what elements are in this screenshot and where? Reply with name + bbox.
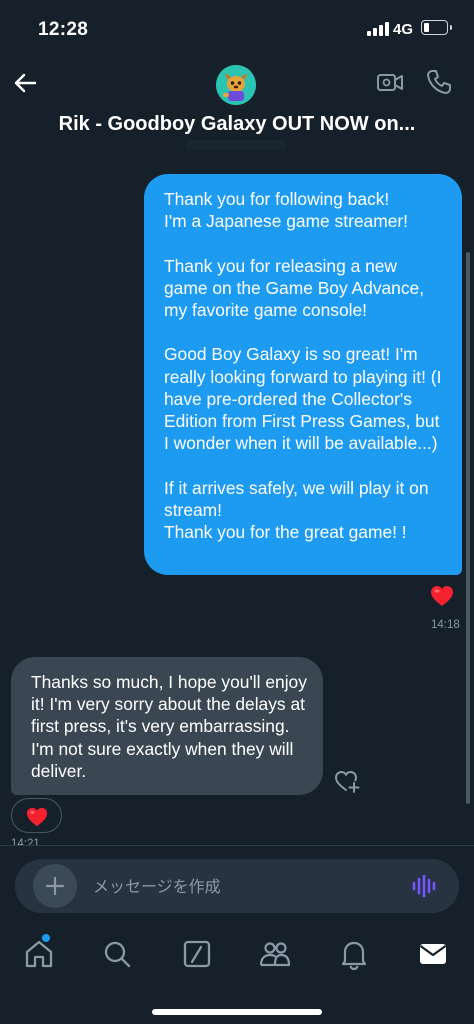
battery-icon	[421, 20, 452, 35]
message-input[interactable]	[93, 872, 393, 900]
signal-strength-icon	[367, 22, 389, 36]
network-type: 4G	[393, 21, 414, 38]
tab-search[interactable]	[100, 937, 134, 971]
avatar[interactable]	[216, 65, 256, 105]
arrow-left-icon	[14, 73, 37, 93]
header-subtitle-placeholder	[186, 140, 286, 150]
incoming-message-text: Thanks so much, I hope you'll enjoy it! …	[31, 672, 312, 781]
voice-waveform-icon	[412, 874, 436, 898]
video-call-button[interactable]	[376, 70, 404, 96]
people-icon	[259, 942, 291, 967]
add-media-button[interactable]	[33, 864, 77, 908]
dm-conversation-screen: 12:28 4G Rik - Goodboy Galaxy OUT NOW on…	[0, 0, 474, 1024]
dog-character-icon	[216, 65, 256, 105]
tab-notifications[interactable]	[337, 937, 371, 971]
status-time: 12:28	[38, 19, 89, 40]
bottom-tab-bar	[0, 925, 474, 1024]
video-camera-icon	[377, 74, 403, 91]
incoming-message-reaction[interactable]	[11, 798, 62, 833]
voice-call-button[interactable]	[425, 68, 453, 96]
incoming-message-bubble[interactable]: Thanks so much, I hope you'll enjoy it! …	[11, 657, 323, 795]
conversation-header: Rik - Goodboy Galaxy OUT NOW on...	[0, 56, 474, 150]
plus-icon	[45, 876, 65, 896]
scrollbar[interactable]	[466, 252, 470, 804]
message-timestamp: 14:18	[431, 619, 460, 631]
heart-plus-icon	[334, 770, 360, 793]
phone-icon	[427, 70, 451, 94]
message-composer	[15, 859, 459, 913]
back-button[interactable]	[10, 68, 40, 98]
tab-communities[interactable]	[258, 937, 292, 971]
message-reaction[interactable]	[429, 583, 455, 609]
search-icon	[104, 941, 131, 968]
divider	[0, 845, 474, 846]
add-reaction-button[interactable]	[333, 768, 361, 794]
tab-grok[interactable]	[180, 937, 214, 971]
conversation-title[interactable]: Rik - Goodboy Galaxy OUT NOW on...	[0, 113, 474, 136]
voice-message-button[interactable]	[411, 873, 437, 899]
outgoing-message-bubble[interactable]: Thank you for following back! I'm a Japa…	[144, 174, 462, 575]
home-indicator[interactable]	[152, 1009, 322, 1015]
tab-home[interactable]	[22, 934, 56, 971]
tab-messages[interactable]	[416, 937, 450, 971]
heart-icon	[26, 807, 48, 827]
bell-icon	[341, 941, 367, 971]
heart-icon	[431, 586, 453, 606]
outgoing-message-text: Thank you for following back! I'm a Japa…	[164, 189, 442, 543]
notification-dot	[42, 934, 50, 942]
status-bar: 12:28 4G	[0, 0, 474, 56]
envelope-icon	[419, 944, 447, 964]
home-icon	[25, 940, 53, 968]
grok-icon	[183, 940, 211, 968]
